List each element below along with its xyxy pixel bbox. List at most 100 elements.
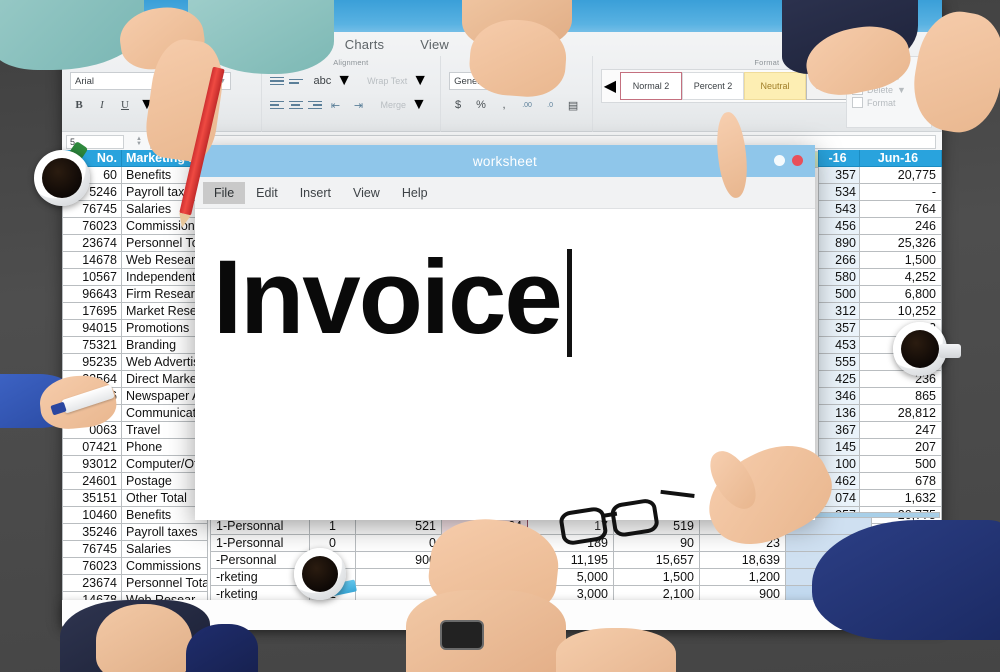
cell-no[interactable]: 94015 xyxy=(62,320,122,337)
cell-jun-16[interactable]: 1,632 xyxy=(860,490,942,507)
table-row[interactable]: 76745 Salaries xyxy=(62,541,208,558)
percent-button[interactable]: % xyxy=(472,96,490,114)
cell-value-5[interactable]: 1,200 xyxy=(700,569,786,586)
cell-no[interactable]: 76023 xyxy=(62,218,122,235)
cell-prev-month[interactable]: 136 xyxy=(818,405,860,422)
cell-no[interactable]: 14678 xyxy=(62,252,122,269)
font-name-combo[interactable]: Arial ▼ xyxy=(70,72,178,90)
cell-no[interactable]: 93012 xyxy=(62,456,122,473)
table-row[interactable]: 23674 Personnel Tota xyxy=(62,575,208,592)
table-row[interactable]: 32564 Direct Marke xyxy=(62,371,208,388)
cell-value-6[interactable]: 1,266 xyxy=(786,569,872,586)
cell-value-1[interactable]: 0 xyxy=(356,535,442,552)
table-row[interactable]: 76745 Salaries xyxy=(62,201,208,218)
cell-no[interactable]: 76023 xyxy=(62,558,122,575)
italic-button[interactable]: I xyxy=(93,96,111,114)
cell-prev-month[interactable]: 145 xyxy=(818,439,860,456)
menu-file[interactable]: File xyxy=(203,181,246,204)
cell-no[interactable]: 60 xyxy=(62,167,122,184)
cell-jun-16[interactable]: 865 xyxy=(860,388,942,405)
table-row[interactable]: -Personnal 1 900 16,646 11,195 15,657 18,639 13… xyxy=(210,552,940,569)
cells-format-button[interactable]: Format xyxy=(847,96,931,109)
wrap-text-button[interactable]: Wrap Text xyxy=(367,76,407,86)
increase-decimal-icon[interactable]: .00 xyxy=(518,96,536,114)
table-row[interactable]: 35720,775 xyxy=(818,167,942,184)
cell-label[interactable]: Salaries xyxy=(122,541,208,558)
menu-insert[interactable]: Insert xyxy=(289,182,342,204)
table-row[interactable]: 76023 Commissions xyxy=(62,558,208,575)
close-dot-icon[interactable] xyxy=(792,155,803,166)
scroll-grip-icon[interactable]: ||| xyxy=(492,608,508,623)
cell-jun-16[interactable]: 6,800 xyxy=(860,286,942,303)
cell-value-2[interactable]: 434 xyxy=(442,518,528,535)
cells-insert-button[interactable]: Insert ▼ xyxy=(847,70,931,83)
table-row[interactable]: 60 Benefits xyxy=(62,167,208,184)
cell-prev-month[interactable]: 534 xyxy=(818,184,860,201)
cell-count[interactable]: 1 xyxy=(310,518,356,535)
table-row[interactable]: Communicat xyxy=(62,405,208,422)
cell-no[interactable]: 0063 xyxy=(62,422,122,439)
chevron-down-icon[interactable]: ▼ xyxy=(411,96,427,114)
cell-jun-16[interactable] xyxy=(860,337,942,354)
underline-button[interactable]: U xyxy=(116,96,134,114)
cell-value-3[interactable]: 5,000 xyxy=(528,569,614,586)
table-row[interactable]: 10567 Independent xyxy=(62,269,208,286)
cell-no[interactable]: 76745 xyxy=(62,541,122,558)
comma-button[interactable]: , xyxy=(495,96,513,114)
nav-back-icon[interactable]: ◀ xyxy=(858,38,865,49)
cell-value-3[interactable]: 17 xyxy=(528,518,614,535)
cell-value-6[interactable]: 13,890 xyxy=(786,552,872,569)
table-row[interactable]: 500 6,800 xyxy=(818,286,942,303)
cell-count[interactable]: 1 xyxy=(310,552,356,569)
cell-jun-16[interactable]: 246 xyxy=(860,218,942,235)
menu-edit[interactable]: Edit xyxy=(245,182,289,204)
cell-prev-month[interactable]: 462 xyxy=(818,473,860,490)
table-row[interactable]: 93012 Computer/Ot xyxy=(62,456,208,473)
ribbon-tab-view[interactable]: View xyxy=(420,37,449,52)
document-canvas[interactable]: Invoice xyxy=(195,209,815,520)
table-row[interactable]: 35246 Payroll taxes xyxy=(62,524,208,541)
cell-prev-month[interactable]: 367 xyxy=(818,422,860,439)
ribbon-tab-charts[interactable]: Charts xyxy=(345,37,385,52)
cell-no[interactable]: 07421 xyxy=(62,439,122,456)
cell-jun-16[interactable]: 207 xyxy=(860,439,942,456)
table-row[interactable]: 0063 Travel xyxy=(62,422,208,439)
table-row[interactable]: 24601 Postage xyxy=(62,473,208,490)
cell-value-2[interactable]: 16,646 xyxy=(442,552,528,569)
cell-category[interactable]: -rketing xyxy=(210,569,310,586)
cell-prev-month[interactable]: 555 xyxy=(818,354,860,371)
cell-no[interactable]: 32564 xyxy=(62,371,122,388)
table-row[interactable]: 95235 Web Advertis xyxy=(62,354,208,371)
cell-no[interactable]: 24601 xyxy=(62,473,122,490)
cell-jun-16[interactable]: 236 xyxy=(860,371,942,388)
cell-value-6[interactable] xyxy=(786,518,872,535)
table-row[interactable]: 312 10,252 xyxy=(818,303,942,320)
cell-prev-month[interactable]: 346 xyxy=(818,388,860,405)
table-row[interactable]: 346 865 xyxy=(818,388,942,405)
cell-jun-16[interactable]: 247 xyxy=(860,422,942,439)
cell-jun-16[interactable]: 10,252 xyxy=(860,303,942,320)
table-row[interactable]: 074 1,632 xyxy=(818,490,942,507)
cell-value-1[interactable]: 900 xyxy=(356,552,442,569)
table-row[interactable]: 145 207 xyxy=(818,439,942,456)
cell-prev-month[interactable]: 074 xyxy=(818,490,860,507)
cell-no[interactable]: 35151 xyxy=(62,490,122,507)
cell-value-1[interactable]: 0 xyxy=(356,569,442,586)
table-row[interactable]: 100 500 xyxy=(818,456,942,473)
cell-no[interactable]: 35246 xyxy=(62,524,122,541)
cell-prev-month[interactable]: 456 xyxy=(818,218,860,235)
currency-button[interactable]: $ xyxy=(449,96,467,114)
cell-jun-16[interactable]: 20,775 xyxy=(860,167,942,184)
formula-spinner[interactable]: ▲ ▼ xyxy=(134,136,144,147)
cell-jun-16[interactable]: - xyxy=(860,184,942,201)
table-row[interactable]: -rketing 2 0 2,300 5,000 1,500 1,200 1,266 xyxy=(210,569,940,586)
cell-no[interactable]: 23674 xyxy=(62,575,122,592)
nav-forward-icon[interactable]: ▶ xyxy=(875,38,882,49)
cell-prev-month[interactable]: 453 xyxy=(818,337,860,354)
cell-category[interactable]: 1-Personnal xyxy=(210,535,310,552)
table-row[interactable]: 17695 Market Rese xyxy=(62,303,208,320)
table-row[interactable]: 23674 Personnel To xyxy=(62,235,208,252)
cell-no[interactable]: 5246 xyxy=(62,184,122,201)
table-row[interactable]: 14678Web Resear xyxy=(62,252,208,269)
table-row[interactable]: 76023 Commissions xyxy=(62,218,208,235)
